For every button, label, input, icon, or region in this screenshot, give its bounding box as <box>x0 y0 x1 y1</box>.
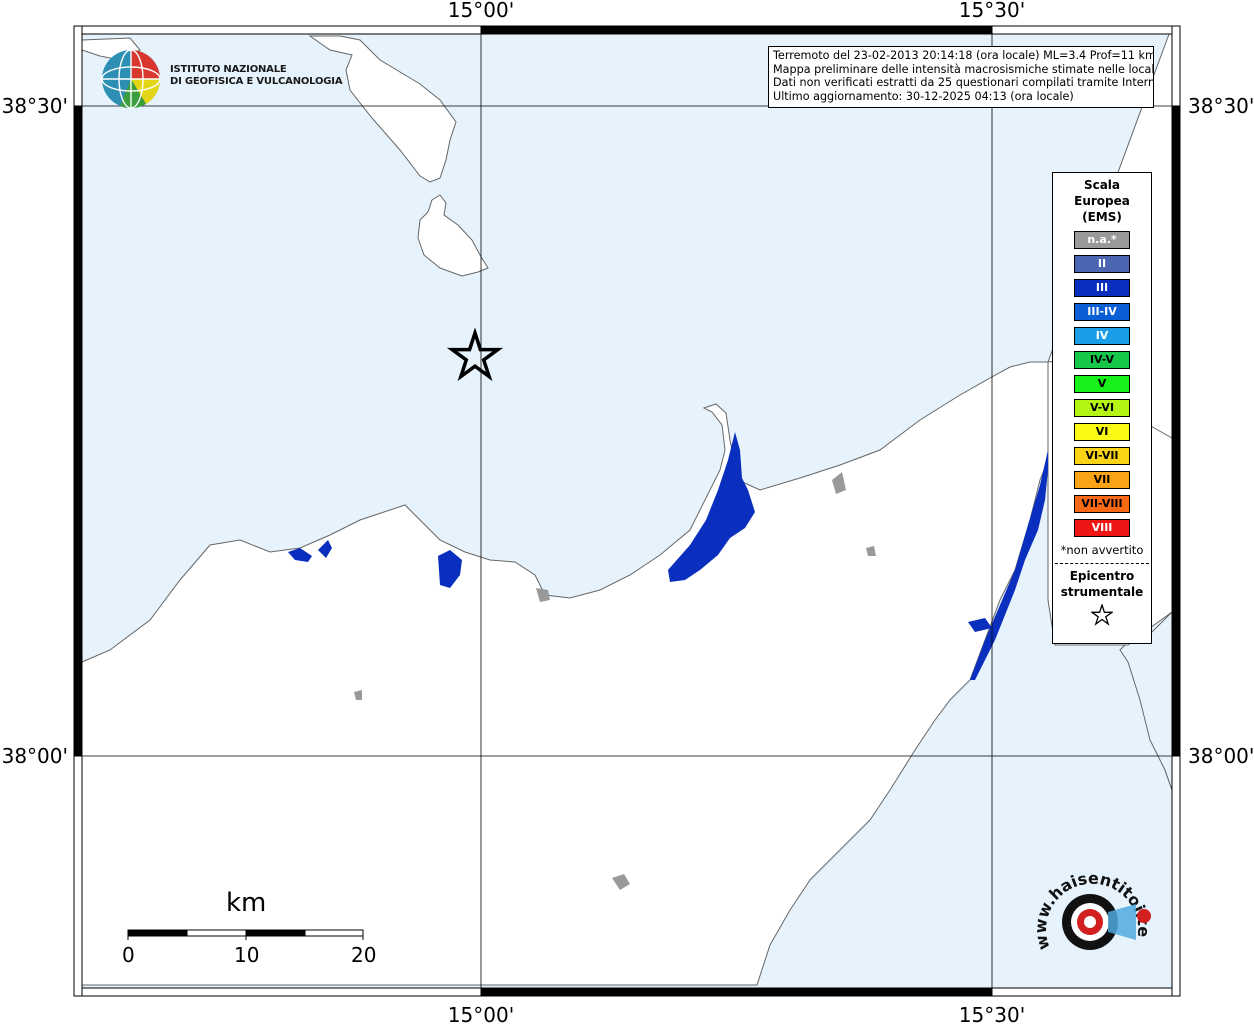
legend-swatch-10: VII <box>1074 471 1130 489</box>
legend-swatch-12: VIII <box>1074 519 1130 537</box>
lon-label-bottom-right: 15°30' <box>959 1003 1025 1024</box>
event-info-box: Terremoto del 23-02-2013 20:14:18 (ora l… <box>768 46 1154 108</box>
legend-separator <box>1055 563 1149 564</box>
haisentito-logo: www.haisentitoilterremoto.it <box>1020 847 1158 978</box>
lat-label-left-top: 38°30' <box>2 94 68 118</box>
legend-swatches: n.a.* II III III-IV IV IV-V V V-VI VI VI-VII VII VI… <box>1053 231 1151 537</box>
legend-swatch-6: V <box>1074 375 1130 393</box>
legend-swatch-8: VI <box>1074 423 1130 441</box>
legend-epicenter-label: Epicentro strumentale <box>1053 568 1151 600</box>
ingv-logo: ISTITUTO NAZIONALE DI GEOFISICA E VULCAN… <box>100 48 343 110</box>
scale-tick-0: 0 <box>122 943 135 967</box>
legend-swatch-7: V-VI <box>1074 399 1130 417</box>
legend-star-icon <box>1053 602 1151 630</box>
legend-swatch-4: IV <box>1074 327 1130 345</box>
intensity-legend: Scala Europea (EMS) n.a.* II III III-IV IV IV… <box>1052 172 1152 644</box>
legend-title-line2: Europea <box>1074 194 1130 208</box>
ingv-globe-icon <box>101 49 161 109</box>
event-info-line2: Mappa preliminare delle intensità macros… <box>773 62 1154 76</box>
legend-swatch-11: VII-VIII <box>1074 495 1130 513</box>
legend-title-line3: (EMS) <box>1082 210 1122 224</box>
event-info-line3: Dati non verificati estratti da 25 quest… <box>773 76 1154 90</box>
scale-unit-label: km <box>226 888 267 918</box>
lon-label-top-left: 15°00' <box>448 0 514 22</box>
lat-label-right-top: 38°30' <box>1188 94 1254 118</box>
ingv-name-line2: DI GEOFISICA E VULCANOLOGIA <box>170 76 343 87</box>
lon-label-bottom-left: 15°00' <box>448 1003 514 1024</box>
legend-swatch-3: III-IV <box>1074 303 1130 321</box>
legend-swatch-5: IV-V <box>1074 351 1130 369</box>
legend-epicenter-line1: Epicentro <box>1069 569 1135 583</box>
event-info-line4: Ultimo aggiornamento: 30-12-2025 04:13 (… <box>773 89 1074 103</box>
legend-swatch-0: n.a.* <box>1074 231 1130 249</box>
legend-note: *non avvertito <box>1060 543 1144 557</box>
scale-tick-10: 10 <box>234 943 260 967</box>
event-info-line1: Terremoto del 23-02-2013 20:14:18 (ora l… <box>773 49 1154 62</box>
legend-title: Scala Europea (EMS) <box>1053 177 1151 225</box>
lon-label-top-right: 15°30' <box>959 0 1025 22</box>
lat-label-right-bottom: 38°00' <box>1188 744 1254 768</box>
legend-swatch-9: VI-VII <box>1074 447 1130 465</box>
haisentito-target-icon: www.haisentitoilterremoto.it <box>1020 847 1154 952</box>
legend-title-line1: Scala <box>1083 178 1121 192</box>
scale-tick-20: 20 <box>351 943 377 967</box>
legend-epicenter-line2: strumentale <box>1060 585 1144 599</box>
ingv-name: ISTITUTO NAZIONALE DI GEOFISICA E VULCAN… <box>170 64 343 88</box>
legend-swatch-2: III <box>1074 279 1130 297</box>
ingv-name-line1: ISTITUTO NAZIONALE <box>170 64 287 75</box>
lat-label-left-bottom: 38°00' <box>2 744 68 768</box>
legend-swatch-1: II <box>1074 255 1130 273</box>
